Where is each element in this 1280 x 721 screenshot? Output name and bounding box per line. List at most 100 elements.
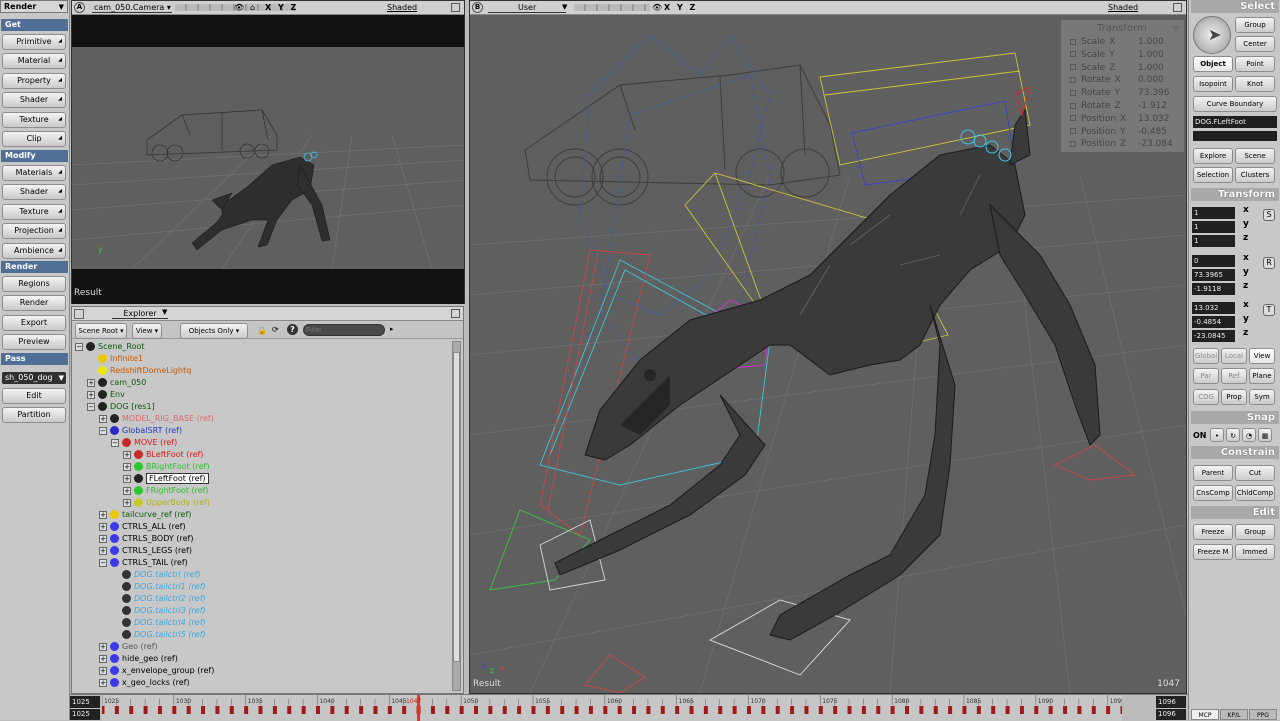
transform-overlay-row[interactable]: Rotate X 0.000 bbox=[1070, 75, 1164, 85]
checkbox-icon[interactable] bbox=[1070, 89, 1076, 96]
timeline-start-field[interactable]: 1025 bbox=[70, 696, 100, 708]
collapse-icon[interactable]: − bbox=[87, 402, 95, 411]
expand-icon[interactable]: + bbox=[99, 534, 107, 543]
toolbar-button[interactable]: Material ◢ bbox=[2, 53, 66, 70]
expand-icon[interactable]: + bbox=[99, 642, 107, 651]
toolbar-button[interactable]: Texture ◢ bbox=[2, 111, 66, 128]
tree-node[interactable]: DOG.tailctrl5 (ref) bbox=[111, 629, 206, 641]
local-button[interactable]: Local bbox=[1221, 348, 1247, 364]
transform-overlay-row[interactable]: Position Y -0.485 bbox=[1070, 127, 1167, 137]
expand-icon[interactable]: + bbox=[87, 378, 95, 387]
expand-icon[interactable]: + bbox=[99, 546, 107, 555]
tree-node[interactable]: + BLeftFoot (ref) bbox=[123, 449, 203, 461]
viewport-letter[interactable]: A bbox=[74, 2, 85, 13]
tree-node[interactable]: + tailcurve_ref (ref) bbox=[99, 509, 191, 521]
explorer-scrollbar[interactable] bbox=[452, 341, 461, 691]
tree-node[interactable]: DOG.tailctrl2 (ref) bbox=[111, 593, 206, 605]
chevron-down-icon[interactable]: ▽ bbox=[1173, 24, 1179, 33]
expand-icon[interactable]: + bbox=[99, 522, 107, 531]
view-ref-button[interactable]: View bbox=[1249, 348, 1275, 364]
cog-button[interactable]: COG bbox=[1193, 389, 1219, 405]
toolbar-button[interactable]: Property ◢ bbox=[2, 72, 66, 89]
curve-boundary-button[interactable]: Curve Boundary bbox=[1193, 96, 1277, 112]
snap-surface-icon[interactable]: ◔ bbox=[1242, 428, 1256, 442]
plane-button[interactable]: Plane bbox=[1249, 368, 1275, 384]
collapse-icon[interactable]: − bbox=[75, 342, 83, 351]
checkbox-icon[interactable] bbox=[1070, 51, 1076, 58]
snap-on-toggle[interactable]: ON bbox=[1193, 428, 1207, 443]
cnscomp-button[interactable]: CnsComp bbox=[1193, 485, 1233, 501]
tree-node[interactable]: + FLeftFoot (ref) bbox=[123, 473, 209, 485]
tree-node[interactable]: − MOVE (ref) bbox=[111, 437, 177, 449]
scale-field[interactable]: 1 bbox=[1192, 207, 1235, 219]
explore-button[interactable]: Explore bbox=[1193, 148, 1233, 164]
toolbar-button[interactable]: Primitive ◢ bbox=[2, 34, 66, 50]
object-button[interactable]: Object bbox=[1193, 56, 1233, 72]
expand-icon[interactable]: + bbox=[99, 654, 107, 663]
help-icon[interactable]: ? bbox=[287, 324, 298, 335]
childcomp-button[interactable]: ChldComp bbox=[1235, 485, 1275, 501]
tree-node[interactable]: + BRightFoot (ref) bbox=[123, 461, 209, 473]
maximize-icon[interactable] bbox=[1173, 3, 1182, 12]
maximize-icon[interactable] bbox=[451, 3, 460, 12]
checkbox-icon[interactable] bbox=[1070, 76, 1076, 83]
translate-tool-icon[interactable]: T bbox=[1263, 304, 1275, 316]
translate-field[interactable]: -0.4854 bbox=[1192, 316, 1235, 328]
parent-button[interactable]: Parent bbox=[1193, 465, 1233, 481]
rotate-tool-icon[interactable]: R bbox=[1263, 257, 1275, 269]
collapse-icon[interactable]: − bbox=[99, 426, 107, 435]
toolbar-button[interactable]: Materials ◢ bbox=[2, 165, 66, 181]
toolbar-button[interactable]: Edit bbox=[2, 388, 66, 404]
expand-icon[interactable]: + bbox=[123, 486, 131, 495]
toolbar-button[interactable]: Shader ◢ bbox=[2, 92, 66, 109]
tree-node[interactable]: + Geo (ref) bbox=[99, 641, 158, 653]
global-button[interactable]: Global bbox=[1193, 348, 1219, 364]
tree-node[interactable]: + CTRLS_ALL (ref) bbox=[99, 521, 186, 533]
axis-toggles[interactable]: X Y Z bbox=[265, 1, 298, 14]
filter-input[interactable] bbox=[303, 324, 385, 336]
tree-node[interactable]: + x_envelope_group (ref) bbox=[99, 665, 214, 677]
expand-icon[interactable]: + bbox=[99, 414, 107, 423]
camera-icon[interactable]: ⌂ bbox=[250, 1, 255, 14]
checkbox-icon[interactable] bbox=[1070, 38, 1076, 45]
par-button[interactable]: Par bbox=[1193, 368, 1219, 384]
toolbar-button[interactable]: Regions bbox=[2, 276, 66, 292]
expand-icon[interactable]: + bbox=[87, 390, 95, 399]
timeline-ruler[interactable]: 1025 1030 1035 1040 1045 1050 1055 1060 1065 1070… bbox=[102, 695, 1122, 721]
panel-tab[interactable]: PPG bbox=[1249, 709, 1277, 720]
snap-curve-icon[interactable]: ↻ bbox=[1226, 428, 1240, 442]
scene-button[interactable]: Scene bbox=[1235, 148, 1275, 164]
tree-node[interactable]: DOG.tailctrl4 (ref) bbox=[111, 617, 206, 629]
selection-name-field[interactable]: DOG.FLeftFoot bbox=[1193, 116, 1277, 128]
tree-node[interactable]: + Env bbox=[87, 389, 125, 401]
checkbox-icon[interactable] bbox=[1070, 128, 1076, 135]
translate-field[interactable]: -23.0845 bbox=[1192, 330, 1235, 342]
maximize-icon[interactable] bbox=[451, 309, 460, 318]
immed-button[interactable]: Immed bbox=[1235, 544, 1275, 560]
sym-button[interactable]: Sym bbox=[1249, 389, 1275, 405]
toolbar-button[interactable]: Shader ◢ bbox=[2, 184, 66, 201]
rotate-field[interactable]: -1.9118 bbox=[1192, 283, 1235, 295]
checkbox-icon[interactable] bbox=[1070, 115, 1076, 122]
toolbar-button[interactable]: Texture ◢ bbox=[2, 203, 66, 220]
toolbar-button[interactable]: Render bbox=[2, 295, 66, 312]
snap-point-icon[interactable]: • bbox=[1210, 428, 1224, 442]
toolbar-menu[interactable]: Render ▼ bbox=[0, 0, 68, 13]
group-button[interactable]: Group bbox=[1235, 17, 1275, 33]
scale-field[interactable]: 1 bbox=[1192, 235, 1235, 247]
knot-button[interactable]: Knot bbox=[1235, 76, 1275, 92]
tree-node[interactable]: DOG.tailctrl (ref) bbox=[111, 569, 201, 581]
toolbar-button[interactable]: Projection ◢ bbox=[2, 223, 66, 240]
expand-icon[interactable]: + bbox=[99, 510, 107, 519]
tree-node[interactable]: + hide_geo (ref) bbox=[99, 653, 178, 665]
selection-button[interactable]: Selection bbox=[1193, 167, 1233, 183]
lock-icon[interactable]: 🔒 bbox=[257, 326, 267, 335]
toolbar-button[interactable]: Partition bbox=[2, 407, 66, 424]
tree-node[interactable]: DOG.tailctrl1 (ref) bbox=[111, 581, 206, 593]
toolbar-button[interactable]: Clip ◢ bbox=[2, 131, 66, 147]
display-mode-menu[interactable]: Shaded bbox=[1108, 1, 1138, 14]
tree-node[interactable]: − GlobalSRT (ref) bbox=[99, 425, 182, 437]
scope-menu-button[interactable]: Scene Root ▾ bbox=[75, 323, 127, 339]
scale-field[interactable]: 1 bbox=[1192, 221, 1235, 233]
edit-group-button[interactable]: Group bbox=[1235, 524, 1275, 540]
